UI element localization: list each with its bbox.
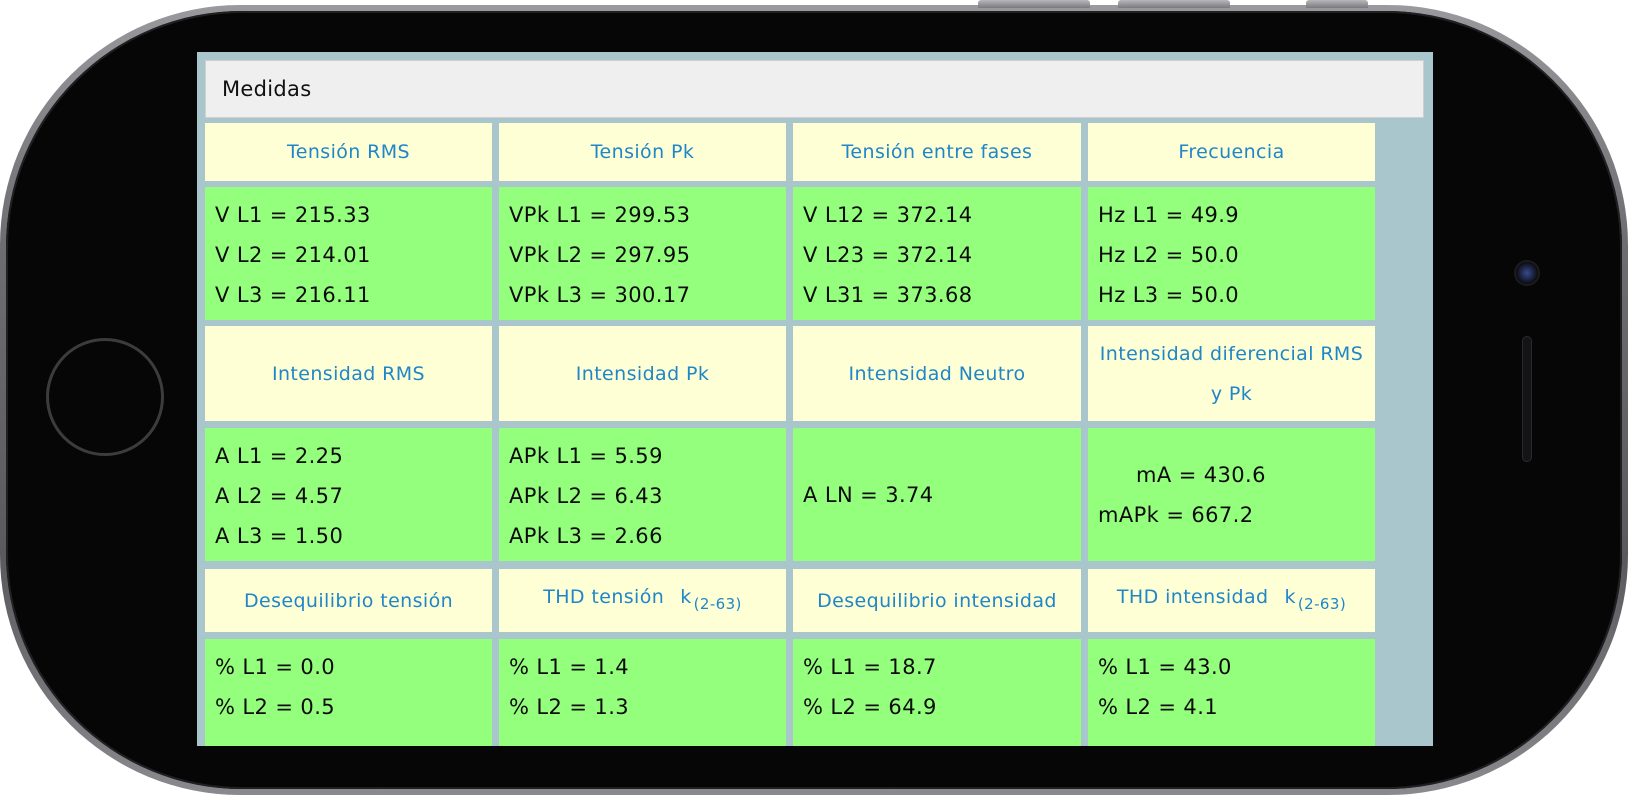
page-title: Medidas [205,60,1424,118]
header-thd-intensidad: THD intensidad k (2-63) [1088,569,1375,632]
header-desequilibrio-tension: Desequilibrio tensión [205,569,492,632]
header-tension-entre-fases: Tensión entre fases [793,123,1081,181]
values-intensidad-pk: APk L1 = 5.59 APk L2 = 6.43 APk L3 = 2.6… [499,428,786,561]
speaker-grille [1522,336,1532,462]
header-thd-tension: THD tensión k (2-63) [499,569,786,632]
home-button[interactable] [46,338,164,456]
values-intensidad-diferencial: mA = 430.6 mAPk = 667.2 [1088,428,1375,561]
header-intensidad-rms: Intensidad RMS [205,326,492,421]
camera-icon [1516,262,1538,284]
values-tension-pk: VPk L1 = 299.53 VPk L2 = 297.95 VPk L3 =… [499,187,786,320]
header-intensidad-diferencial: Intensidad diferencial RMS y Pk [1088,326,1375,421]
header-tension-rms: Tensión RMS [205,123,492,181]
volume-button [978,0,1090,8]
values-desequilibrio-tension: % L1 = 0.0 % L2 = 0.5 [205,639,492,746]
values-thd-tension: % L1 = 1.4 % L2 = 1.3 [499,639,786,746]
values-frecuencia: Hz L1 = 49.9 Hz L2 = 50.0 Hz L3 = 50.0 [1088,187,1375,320]
header-tension-pk: Tensión Pk [499,123,786,181]
header-desequilibrio-intensidad: Desequilibrio intensidad [793,569,1081,632]
values-tension-entre-fases: V L12 = 372.14 V L23 = 372.14 V L31 = 37… [793,187,1081,320]
values-intensidad-neutro: A LN = 3.74 [793,428,1081,561]
header-frecuencia: Frecuencia [1088,123,1375,181]
values-desequilibrio-intensidad: % L1 = 18.7 % L2 = 64.9 [793,639,1081,746]
volume-button [1118,0,1230,8]
values-intensidad-rms: A L1 = 2.25 A L2 = 4.57 A L3 = 1.50 [205,428,492,561]
header-intensidad-pk: Intensidad Pk [499,326,786,421]
values-tension-rms: V L1 = 215.33 V L2 = 214.01 V L3 = 216.1… [205,187,492,320]
mute-switch [1306,0,1368,8]
app-screen: Medidas Tensión RMS Tensión Pk Tensión e… [197,52,1433,746]
values-thd-intensidad: % L1 = 43.0 % L2 = 4.1 [1088,639,1375,746]
header-intensidad-neutro: Intensidad Neutro [793,326,1081,421]
